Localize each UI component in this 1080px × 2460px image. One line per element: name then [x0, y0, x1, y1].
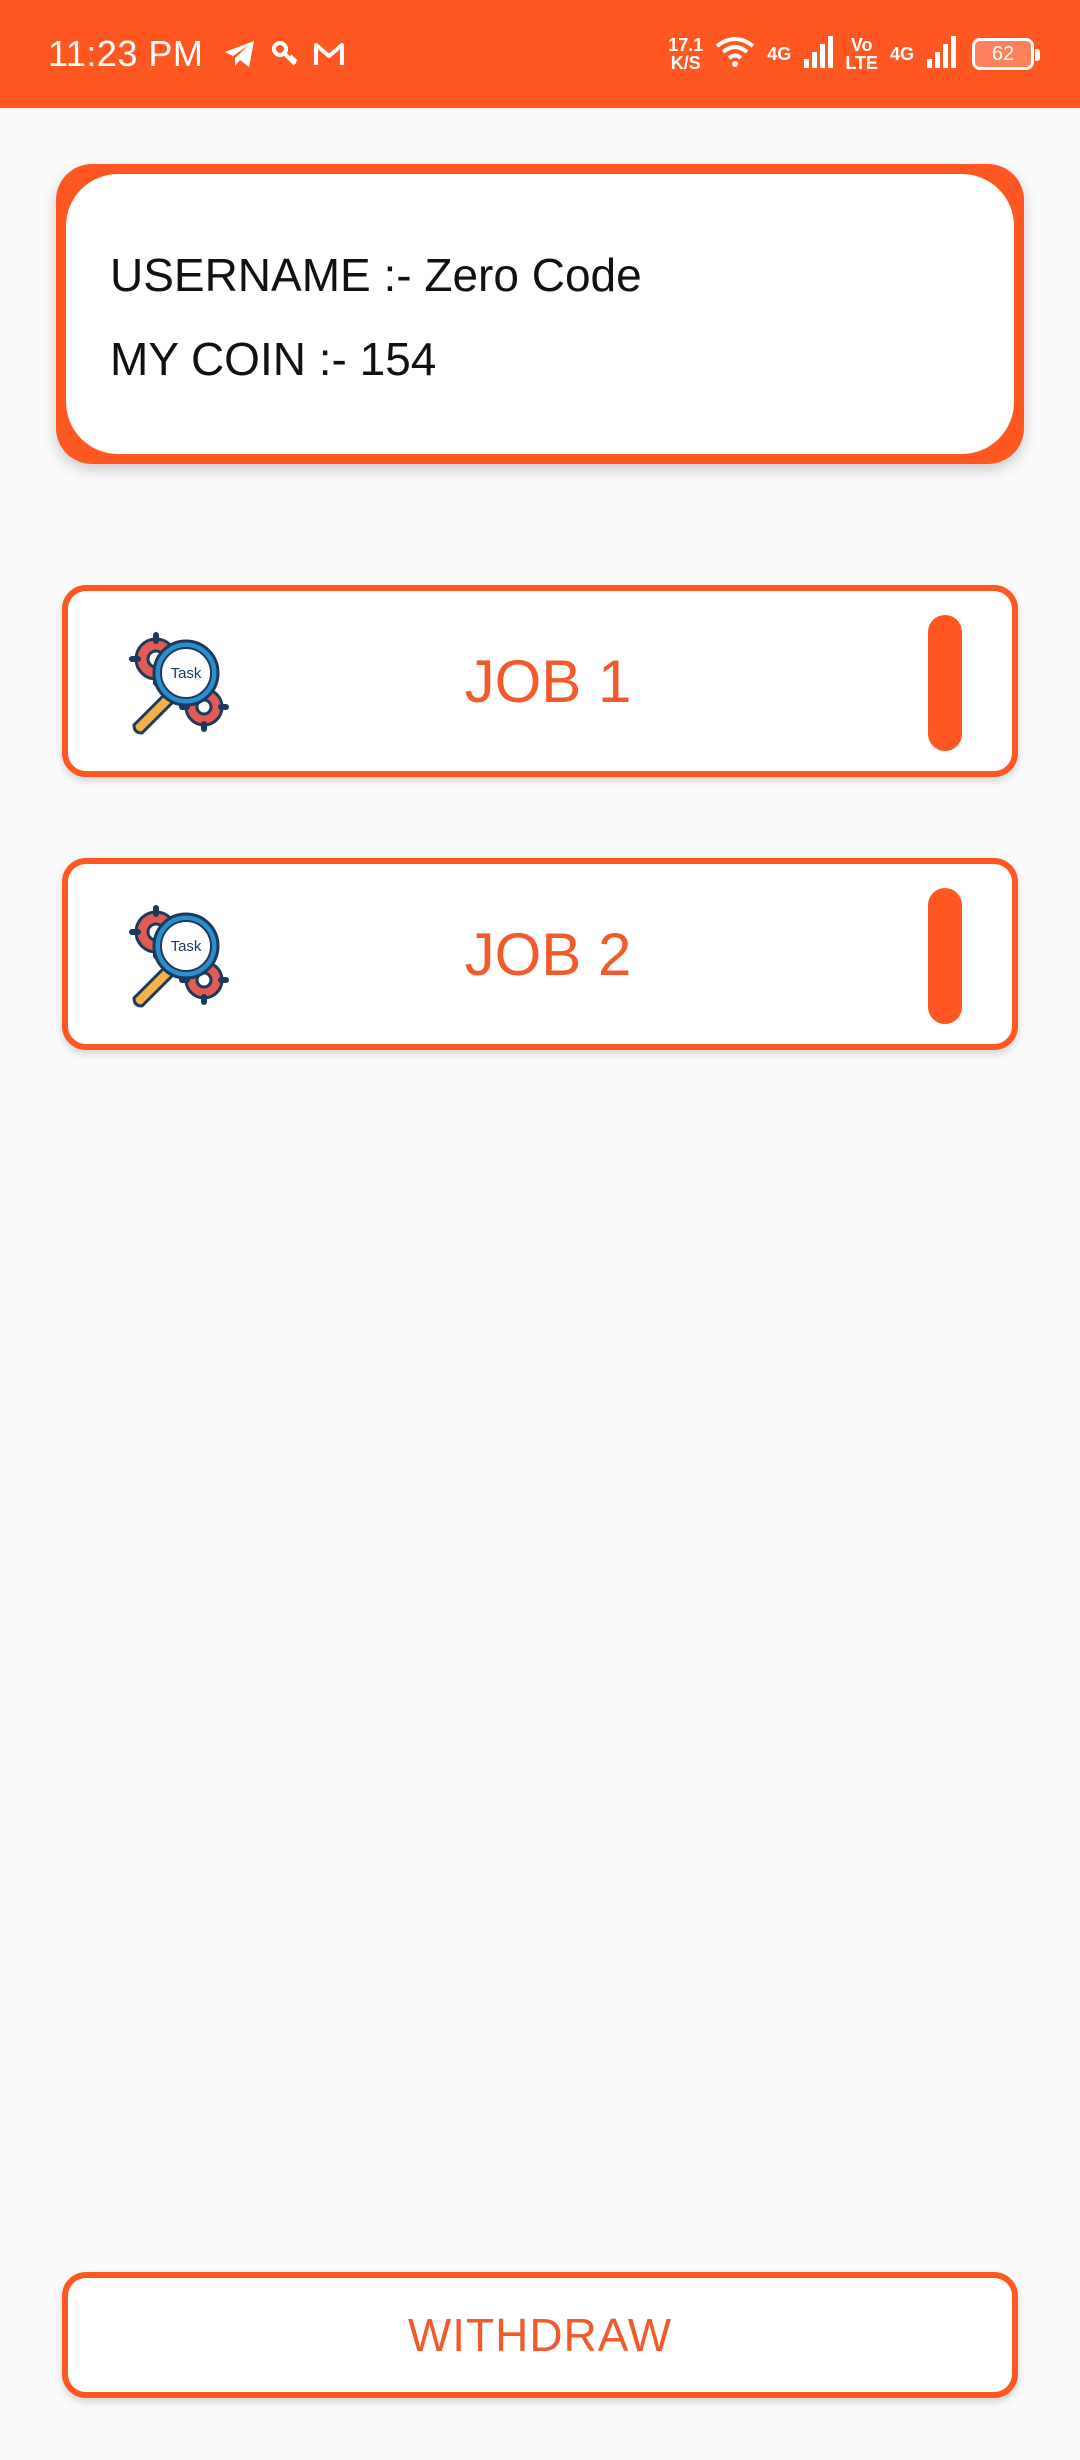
system-icons: 17.1 K/S 4G Vo LTE 4G 62: [668, 35, 1040, 74]
signal-icon: [926, 35, 956, 74]
gmail-icon: [313, 41, 345, 67]
job-2-button[interactable]: Task JOB 2: [62, 858, 1018, 1050]
username-text: USERNAME :- Zero Code: [110, 249, 642, 301]
clock: 11:23 PM: [48, 33, 204, 74]
battery-level: 62: [991, 42, 1015, 65]
profile-card: [56, 164, 1024, 464]
job-2-label: JOB 2: [464, 920, 632, 988]
job-2-indicator: [928, 888, 962, 1024]
signal-icon: [803, 35, 834, 74]
job-1-indicator: [928, 615, 962, 751]
speed-value: 17.1: [668, 35, 704, 55]
network-speed: 17.1 K/S: [668, 36, 703, 72]
withdraw-button[interactable]: WITHDRAW: [62, 2272, 1018, 2398]
status-bar: 11:23 PM 17.1 K/S 4G Vo LTE 4G 62: [0, 0, 1080, 108]
profile-card-inner: [66, 174, 1014, 454]
job-1-button[interactable]: Task JOB 1: [62, 585, 1018, 777]
telegram-icon: [223, 39, 257, 69]
network-type-2: 4G: [889, 44, 914, 64]
battery-icon: 62: [972, 38, 1040, 70]
key-icon: [271, 40, 299, 68]
speed-unit: K/S: [670, 53, 701, 73]
wifi-icon: [715, 36, 755, 73]
notification-icons: [223, 39, 345, 69]
network-type-1: 4G: [767, 44, 792, 64]
volte-indicator: Vo LTE: [845, 35, 878, 73]
coin-balance-text: MY COIN :- 154: [110, 333, 437, 385]
job-1-label: JOB 1: [464, 647, 632, 715]
